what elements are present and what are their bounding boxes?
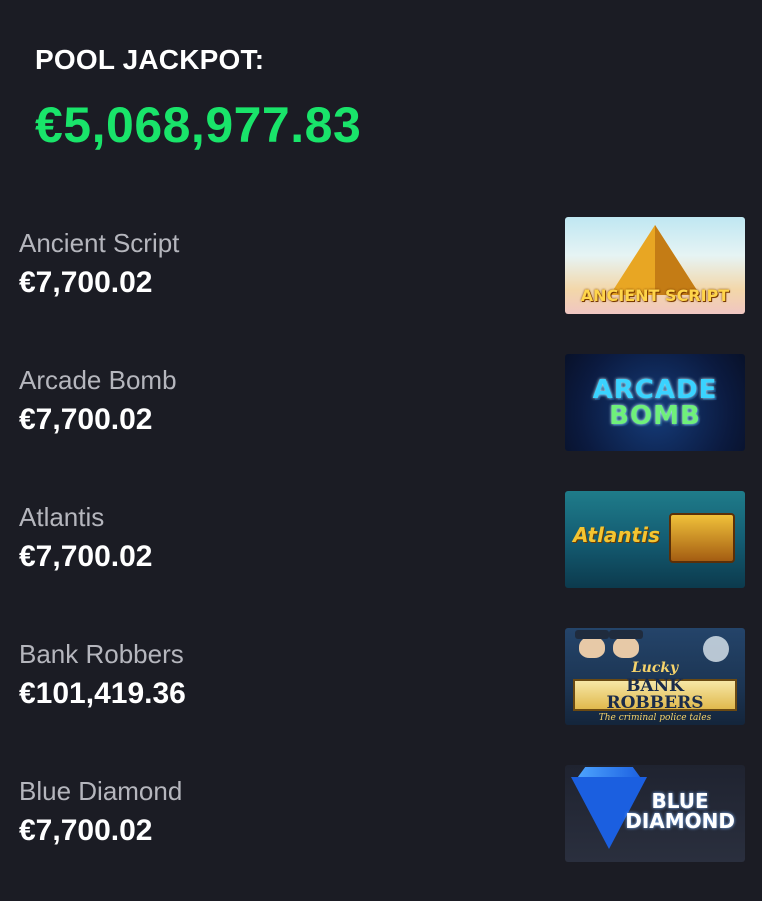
jackpot-game-list: Ancient Script €7,700.02 ANCIENT SCRIPT … — [0, 216, 762, 901]
game-name: Atlantis — [19, 502, 105, 532]
thumbnail-title-line1: BLUE — [651, 789, 709, 813]
thumbnail-title: ANCIENT SCRIPT — [580, 286, 730, 305]
thumbnail-title-line2: BOMB — [609, 400, 701, 431]
robber-figure-icon — [609, 630, 643, 658]
thumbnail-title-line1: ARCADE — [592, 374, 718, 405]
game-row-ancient-script[interactable]: Ancient Script €7,700.02 ANCIENT SCRIPT — [0, 216, 762, 353]
atlantis-thumbnail[interactable]: Atlantis — [565, 491, 745, 588]
game-name: Blue Diamond — [19, 776, 183, 806]
game-row-atlantis[interactable]: Atlantis €7,700.02 Atlantis — [0, 490, 762, 627]
robber-figure-icon — [575, 630, 609, 658]
thumbnail-title: Atlantis — [573, 523, 660, 547]
moon-icon — [703, 636, 729, 662]
game-row-arcade-bomb[interactable]: Arcade Bomb €7,700.02 ARCADE BOMB — [0, 353, 762, 490]
thumbnail-lucky: Lucky — [631, 660, 679, 676]
thumbnail-subtitle: The criminal police tales — [598, 713, 712, 723]
pool-jackpot-label: POOL JACKPOT: — [35, 44, 265, 75]
game-jackpot-amount: €7,700.02 — [19, 540, 153, 573]
pool-jackpot: POOL JACKPOT: €5,068,977.83 — [35, 44, 361, 154]
arcade-bomb-thumbnail[interactable]: ARCADE BOMB — [565, 354, 745, 451]
ancient-script-thumbnail[interactable]: ANCIENT SCRIPT — [565, 217, 745, 314]
game-name: Arcade Bomb — [19, 365, 177, 395]
pool-jackpot-amount: €5,068,977.83 — [35, 97, 362, 153]
treasure-chest-icon — [669, 513, 735, 563]
game-jackpot-amount: €7,700.02 — [19, 814, 153, 847]
game-jackpot-amount: €7,700.02 — [19, 403, 153, 436]
game-row-bank-robbers[interactable]: Bank Robbers €101,419.36 Lucky BANK ROBB… — [0, 627, 762, 764]
bank-robbers-thumbnail[interactable]: Lucky BANK ROBBERS The criminal police t… — [565, 628, 745, 725]
game-name: Bank Robbers — [19, 639, 184, 669]
game-jackpot-amount: €7,700.02 — [19, 266, 153, 299]
blue-diamond-thumbnail[interactable]: BLUE DIAMOND — [565, 765, 745, 862]
thumbnail-title: BANK ROBBERS — [606, 676, 704, 713]
game-name: Ancient Script — [19, 228, 180, 258]
game-row-blue-diamond[interactable]: Blue Diamond €7,700.02 BLUE DIAMOND — [0, 764, 762, 901]
game-jackpot-amount: €101,419.36 — [19, 677, 186, 710]
thumbnail-title-line2: DIAMOND — [625, 809, 735, 833]
